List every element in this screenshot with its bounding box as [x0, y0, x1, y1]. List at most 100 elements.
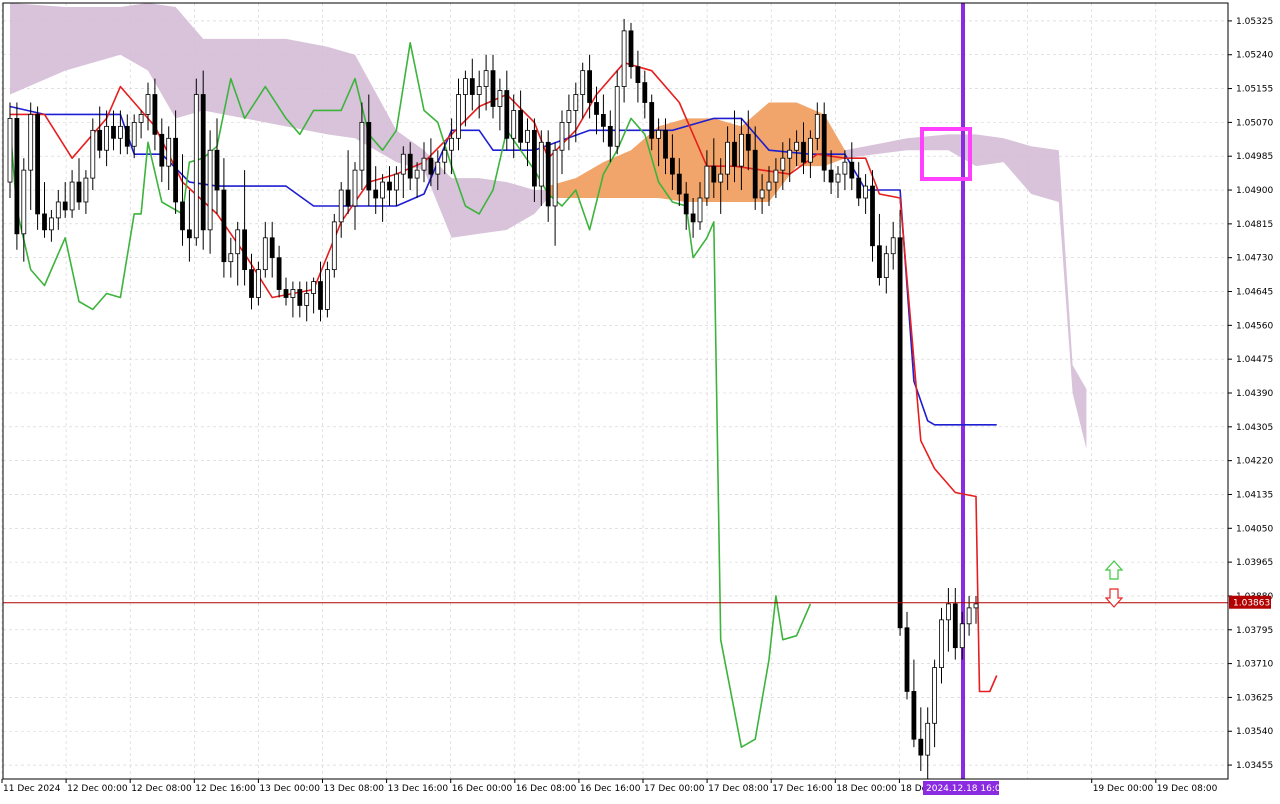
- candle[interactable]: [532, 118, 537, 202]
- candle[interactable]: [863, 174, 868, 214]
- candle[interactable]: [297, 281, 303, 318]
- candle[interactable]: [856, 162, 862, 206]
- candle[interactable]: [883, 245, 889, 294]
- candle[interactable]: [380, 174, 386, 222]
- candle[interactable]: [35, 106, 40, 230]
- time-scale[interactable]: 11 Dec 2024 12 Dec 00:00 12 Dec 08:00 12 De…: [1, 779, 1218, 795]
- candle[interactable]: [49, 209, 54, 242]
- candle[interactable]: [504, 70, 510, 151]
- candle[interactable]: [877, 213, 882, 286]
- candle[interactable]: [235, 221, 241, 286]
- candle[interactable]: [925, 707, 931, 779]
- candle[interactable]: [476, 70, 482, 119]
- candle[interactable]: [352, 162, 358, 230]
- candle[interactable]: [62, 182, 68, 218]
- candle-body-up: [883, 253, 889, 278]
- candle[interactable]: [338, 182, 344, 238]
- candle[interactable]: [552, 142, 558, 246]
- candle[interactable]: [456, 78, 461, 151]
- x-tick-label: 12 Dec 16:00: [195, 784, 256, 794]
- candle[interactable]: [7, 102, 13, 198]
- candle[interactable]: [932, 659, 937, 748]
- candle[interactable]: [393, 166, 399, 206]
- candle[interactable]: [518, 90, 523, 151]
- candle[interactable]: [207, 130, 213, 254]
- candle[interactable]: [221, 158, 227, 278]
- candle[interactable]: [601, 94, 606, 143]
- candle[interactable]: [952, 587, 958, 660]
- candle[interactable]: [559, 110, 565, 175]
- price-scale[interactable]: 1.05325 1.05240 1.05155 1.05070 1.04985 1.049…: [1228, 17, 1273, 771]
- candle[interactable]: [90, 118, 96, 191]
- candle[interactable]: [76, 158, 82, 210]
- candle[interactable]: [939, 607, 944, 684]
- candle[interactable]: [304, 281, 310, 322]
- y-tick-label: 1.04050: [1236, 524, 1273, 534]
- candle[interactable]: [469, 58, 475, 111]
- candle[interactable]: [911, 659, 917, 748]
- candle[interactable]: [946, 587, 951, 652]
- candle[interactable]: [621, 18, 627, 103]
- candle[interactable]: [635, 50, 641, 103]
- candle[interactable]: [904, 611, 910, 700]
- candle[interactable]: [173, 110, 179, 214]
- candle[interactable]: [14, 102, 20, 250]
- candle[interactable]: [214, 118, 220, 214]
- candle[interactable]: [628, 22, 634, 79]
- candle[interactable]: [331, 213, 337, 278]
- candle[interactable]: [490, 54, 496, 119]
- candle-body-up: [794, 141, 799, 151]
- candle-body-down: [152, 94, 158, 135]
- candle-body-down: [366, 121, 372, 191]
- candle[interactable]: [607, 110, 613, 163]
- candle[interactable]: [311, 277, 317, 314]
- candle[interactable]: [870, 170, 875, 262]
- candle[interactable]: [545, 130, 551, 222]
- candle[interactable]: [124, 114, 130, 155]
- candle[interactable]: [152, 78, 158, 151]
- candle[interactable]: [566, 94, 572, 151]
- candle[interactable]: [200, 70, 206, 250]
- candle[interactable]: [835, 166, 841, 198]
- candle[interactable]: [690, 197, 696, 238]
- candle[interactable]: [186, 190, 192, 262]
- candle[interactable]: [345, 150, 351, 214]
- candle[interactable]: [283, 277, 289, 306]
- candle[interactable]: [573, 82, 579, 143]
- candle[interactable]: [290, 281, 296, 318]
- candle[interactable]: [111, 110, 116, 151]
- candle[interactable]: [83, 170, 89, 214]
- candle[interactable]: [28, 102, 34, 210]
- candle-body-down: [821, 114, 827, 171]
- candle[interactable]: [821, 102, 827, 183]
- candle[interactable]: [276, 245, 282, 298]
- ichimoku-chart[interactable]: 1.05325 1.05240 1.05155 1.05070 1.04985 1.049…: [0, 0, 1280, 800]
- candle[interactable]: [262, 221, 268, 278]
- candle[interactable]: [642, 70, 648, 119]
- candle[interactable]: [897, 209, 903, 636]
- candle[interactable]: [228, 237, 234, 278]
- candle-body-up: [511, 110, 517, 139]
- candle-body-up: [83, 177, 89, 203]
- candle[interactable]: [324, 261, 330, 318]
- candle[interactable]: [255, 261, 261, 306]
- candle[interactable]: [138, 110, 144, 139]
- candle[interactable]: [421, 142, 427, 183]
- candle[interactable]: [511, 94, 517, 159]
- candle[interactable]: [580, 62, 586, 119]
- candle[interactable]: [614, 70, 620, 155]
- candle-body-up: [552, 149, 558, 207]
- candle[interactable]: [159, 118, 165, 183]
- candle[interactable]: [269, 221, 275, 278]
- candle[interactable]: [242, 170, 248, 286]
- candle[interactable]: [449, 118, 455, 175]
- candle[interactable]: [918, 707, 924, 772]
- candle[interactable]: [145, 82, 151, 131]
- candle[interactable]: [69, 170, 75, 218]
- candle[interactable]: [166, 126, 172, 191]
- candle[interactable]: [890, 221, 896, 270]
- candle-body-up: [946, 603, 951, 621]
- candle[interactable]: [387, 166, 392, 206]
- candle[interactable]: [42, 182, 47, 238]
- candle[interactable]: [193, 78, 199, 246]
